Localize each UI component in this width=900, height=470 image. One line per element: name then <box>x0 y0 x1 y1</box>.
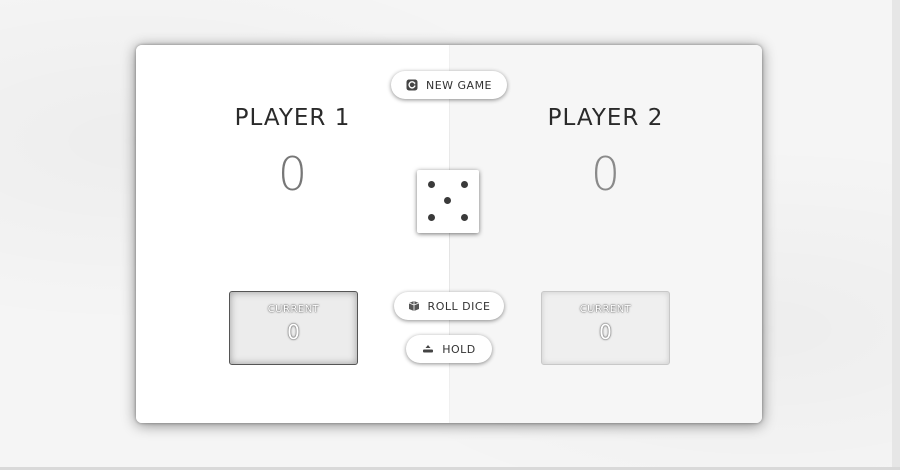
player-2-score: 0 <box>590 147 621 201</box>
player-1-score: 0 <box>277 147 308 201</box>
dice-pip <box>444 197 451 204</box>
game-board: PLAYER 1 0 CURRENT 0 PLAYER 2 0 CURRENT … <box>136 45 762 423</box>
dice-pip <box>428 214 435 221</box>
player-2-name: PLAYER 2 <box>547 105 664 131</box>
dice-pip <box>461 214 468 221</box>
player-1-current-label: CURRENT <box>267 304 320 315</box>
dice <box>417 170 479 233</box>
hold-icon <box>422 343 434 355</box>
roll-dice-button[interactable]: ROLL DICE <box>394 292 504 320</box>
dice-pip <box>428 181 435 188</box>
new-game-button[interactable]: NEW GAME <box>391 71 507 99</box>
player-2-current-box: CURRENT 0 <box>541 291 670 365</box>
hold-label: HOLD <box>442 342 476 356</box>
player-2-panel: PLAYER 2 0 CURRENT 0 <box>449 45 762 423</box>
dice-icon <box>408 300 420 312</box>
dice-pip <box>461 181 468 188</box>
player-2-current-label: CURRENT <box>579 304 632 315</box>
roll-dice-label: ROLL DICE <box>427 299 491 313</box>
player-2-current-score: 0 <box>599 320 612 344</box>
hold-button[interactable]: HOLD <box>406 335 492 363</box>
new-game-label: NEW GAME <box>425 78 493 92</box>
panel-divider <box>449 45 450 423</box>
player-1-current-box: CURRENT 0 <box>229 291 358 365</box>
right-edge-strip <box>892 0 900 470</box>
player-1-name: PLAYER 1 <box>234 105 351 131</box>
player-1-current-score: 0 <box>287 320 300 344</box>
player-1-panel: PLAYER 1 0 CURRENT 0 <box>136 45 449 423</box>
refresh-icon <box>406 79 418 91</box>
